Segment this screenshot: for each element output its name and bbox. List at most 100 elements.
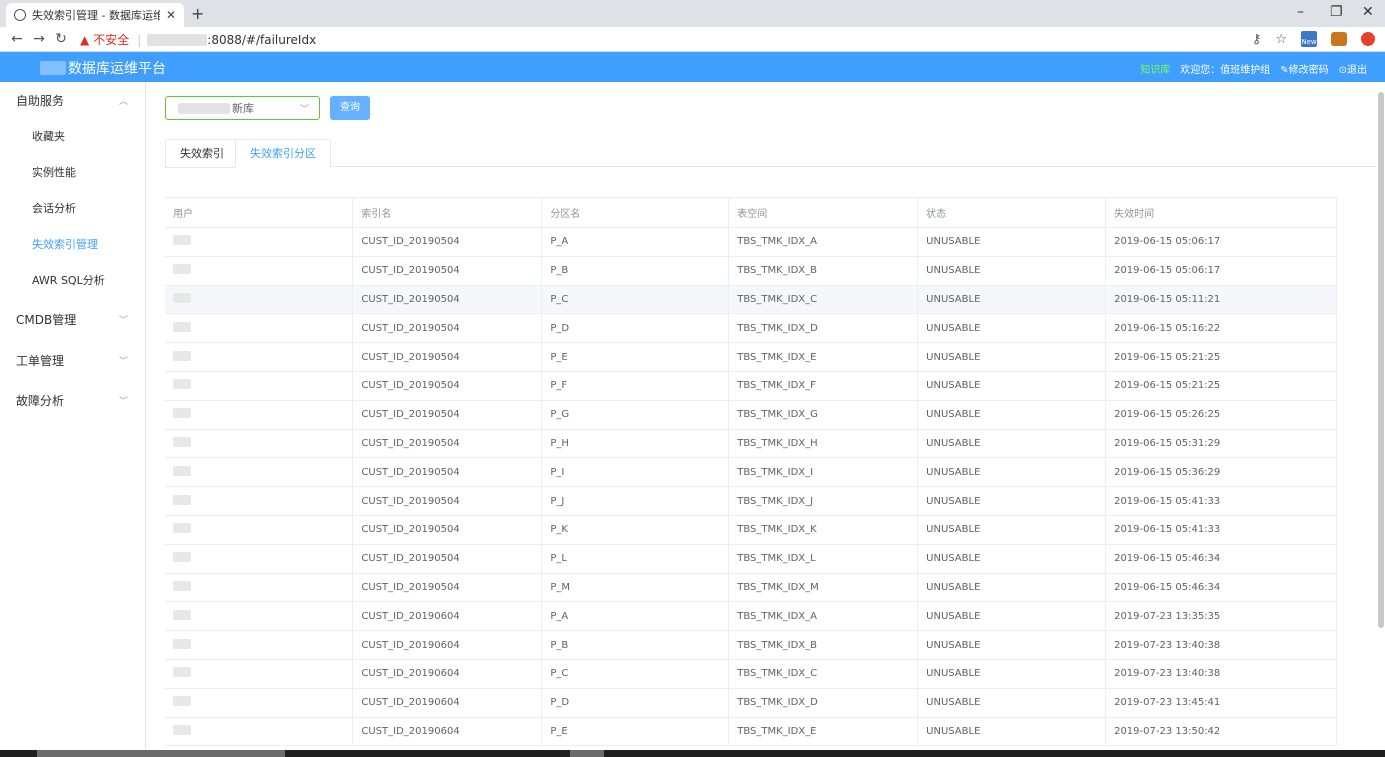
cell-tablespace: TBS_TMK_IDX_C: [728, 659, 919, 689]
table-row[interactable]: CUST_ID_20190504 P_H TBS_TMK_IDX_H UNUSABLE…: [165, 429, 1337, 459]
table-row[interactable]: CUST_ID_20190604 P_C TBS_TMK_IDX_C UNUSABLE…: [165, 659, 1337, 689]
column-header-partition[interactable]: 分区名: [541, 197, 730, 228]
close-tab-icon[interactable]: ✕: [166, 8, 176, 22]
table-row[interactable]: CUST_ID_20190504 P_G TBS_TMK_IDX_G UNUSABLE…: [165, 400, 1337, 430]
taskbar-item[interactable]: [37, 750, 285, 757]
query-button[interactable]: 查询: [330, 96, 370, 120]
column-header-index[interactable]: 索引名: [352, 197, 543, 228]
sidebar-item-session-analysis[interactable]: 会话分析: [0, 190, 146, 226]
cell-time: 2019-06-15 05:36:29: [1105, 457, 1337, 488]
extension-cookie-icon[interactable]: [1331, 32, 1347, 46]
table-row[interactable]: CUST_ID_20190604 P_D TBS_TMK_IDX_D UNUSABLE…: [165, 688, 1337, 718]
browser-tab[interactable]: 失效索引管理 - 数据库运维 ✕: [6, 3, 184, 27]
cell-time: 2019-06-15 05:21:25: [1105, 371, 1337, 401]
table-row[interactable]: CUST_ID_20190604 P_A TBS_TMK_IDX_A UNUSABLE…: [165, 601, 1337, 632]
table-row[interactable]: CUST_ID_20190504 P_K TBS_TMK_IDX_K UNUSABLE…: [165, 515, 1337, 545]
key-icon[interactable]: ⚷: [1252, 32, 1262, 47]
cell-status: UNUSABLE: [917, 515, 1107, 545]
back-icon[interactable]: ←: [6, 31, 28, 47]
table-row[interactable]: CUST_ID_20190504 P_J TBS_TMK_IDX_J UNUSABLE…: [165, 486, 1337, 516]
cell-time: 2019-07-23 13:50:42: [1105, 717, 1337, 747]
sidebar-item-favorites[interactable]: 收藏夹: [0, 118, 146, 154]
user-redacted: [173, 408, 191, 419]
cell-time: 2019-06-15 05:06:17: [1105, 227, 1337, 257]
taskbar-item[interactable]: [570, 750, 604, 757]
welcome-text: 欢迎您：值班维护组: [1180, 65, 1271, 76]
column-header-status[interactable]: 状态: [917, 197, 1107, 228]
cell-time: 2019-07-23 13:45:41: [1105, 688, 1337, 718]
sidebar-item-instance-performance[interactable]: 实例性能: [0, 154, 146, 190]
user-redacted: [173, 724, 191, 735]
brand: 数据库运维平台: [40, 58, 166, 78]
cell-user: [165, 630, 354, 660]
cell-tablespace: TBS_TMK_IDX_A: [728, 227, 919, 257]
table-row[interactable]: CUST_ID_20190504 P_I TBS_TMK_IDX_I UNUSABLE…: [165, 457, 1337, 488]
star-icon[interactable]: ☆: [1275, 32, 1287, 47]
column-header-time[interactable]: 失效时间: [1105, 197, 1337, 228]
page-scrollbar[interactable]: [1378, 92, 1384, 628]
tab-failed-index[interactable]: 失效索引: [165, 139, 238, 168]
knowledge-link[interactable]: 知识库: [1140, 61, 1170, 76]
extension-opera-icon[interactable]: [1361, 32, 1375, 46]
cell-tablespace: TBS_TMK_IDX_B: [728, 256, 919, 286]
cell-status: UNUSABLE: [917, 285, 1107, 315]
forward-icon[interactable]: →: [28, 31, 50, 47]
cell-partition: P_D: [541, 688, 730, 718]
table-row[interactable]: CUST_ID_20190504 P_L TBS_TMK_IDX_L UNUSABLE…: [165, 544, 1337, 574]
cell-partition: P_C: [541, 659, 730, 689]
cell-status: UNUSABLE: [917, 601, 1107, 632]
user-redacted: [173, 465, 191, 476]
table-row[interactable]: CUST_ID_20190504 P_B TBS_TMK_IDX_B UNUSABLE…: [165, 256, 1337, 286]
new-tab-icon[interactable]: +: [191, 4, 204, 23]
cell-tablespace: TBS_TMK_IDX_C: [728, 285, 919, 315]
cell-status: UNUSABLE: [917, 313, 1107, 344]
cell-user: [165, 573, 354, 603]
sidebar-group-ticket[interactable]: 工单管理 ﹀: [0, 342, 146, 378]
cell-user: [165, 342, 354, 372]
cell-user: [165, 688, 354, 718]
logout-link[interactable]: ⊙退出: [1339, 61, 1367, 76]
table-header-row: 用户 索引名 分区名 表空间 状态 失效时间: [165, 197, 1337, 228]
sidebar-item-failed-index[interactable]: 失效索引管理: [0, 226, 146, 262]
restore-icon[interactable]: ❐: [1330, 4, 1343, 20]
cell-tablespace: TBS_TMK_IDX_E: [728, 342, 919, 372]
table-row[interactable]: CUST_ID_20190604 P_B TBS_TMK_IDX_B UNUSABLE…: [165, 630, 1337, 660]
cell-partition: P_J: [541, 486, 730, 516]
table-row[interactable]: CUST_ID_20190504 P_C TBS_TMK_IDX_C UNUSABLE…: [165, 285, 1337, 315]
sidebar-group-cmdb[interactable]: CMDB管理 ﹀: [0, 301, 146, 337]
cell-index: CUST_ID_20190604: [352, 688, 543, 718]
table-row[interactable]: CUST_ID_20190504 P_E TBS_TMK_IDX_E UNUSABLE…: [165, 342, 1337, 372]
cell-status: UNUSABLE: [917, 688, 1107, 718]
cell-partition: P_C: [541, 285, 730, 315]
cell-partition: P_M: [541, 573, 730, 603]
change-password-link[interactable]: ✎修改密码: [1280, 61, 1328, 76]
sidebar-group-fault[interactable]: 故障分析 ﹀: [0, 382, 146, 418]
column-header-user[interactable]: 用户: [165, 197, 354, 228]
cell-partition: P_E: [541, 717, 730, 747]
chevron-up-icon: ︿: [118, 96, 128, 107]
user-redacted: [173, 696, 191, 707]
main-content: 新库 ﹀ 查询 失效索引 失效索引分区 用户 索引名 分区名 表空间 状态 失效…: [146, 82, 1384, 750]
cell-partition: P_I: [541, 457, 730, 488]
minimize-icon[interactable]: –: [1297, 4, 1304, 20]
cell-status: UNUSABLE: [917, 371, 1107, 401]
table-row[interactable]: CUST_ID_20190504 P_A TBS_TMK_IDX_A UNUSABLE…: [165, 227, 1337, 257]
cell-partition: P_K: [541, 515, 730, 545]
cell-time: 2019-06-15 05:26:25: [1105, 400, 1337, 430]
column-header-tablespace[interactable]: 表空间: [728, 197, 919, 228]
cell-user: [165, 429, 354, 459]
sidebar-group-self-service[interactable]: 自助服务 ︿: [0, 82, 146, 118]
table-row[interactable]: CUST_ID_20190504 P_M TBS_TMK_IDX_M UNUSABLE…: [165, 573, 1337, 603]
sidebar-item-awr-sql[interactable]: AWR SQL分析: [0, 262, 146, 298]
edit-icon: ✎: [1280, 65, 1289, 76]
extension-new-icon[interactable]: New: [1301, 31, 1317, 47]
window-close-icon[interactable]: ✕: [1362, 4, 1374, 20]
tab-failed-index-partition[interactable]: 失效索引分区: [235, 139, 331, 168]
reload-icon[interactable]: ↻: [50, 31, 72, 47]
table-row[interactable]: CUST_ID_20190504 P_D TBS_TMK_IDX_D UNUSABLE…: [165, 313, 1337, 344]
url-field[interactable]: ▲ 不安全 | :8088/#/failureIdx: [80, 29, 1240, 50]
table-row[interactable]: CUST_ID_20190504 P_F TBS_TMK_IDX_F UNUSABLE…: [165, 371, 1337, 401]
cell-user: [165, 400, 354, 430]
database-select[interactable]: 新库 ﹀: [165, 96, 320, 120]
table-row[interactable]: CUST_ID_20190604 P_E TBS_TMK_IDX_E UNUSABLE…: [165, 717, 1337, 747]
